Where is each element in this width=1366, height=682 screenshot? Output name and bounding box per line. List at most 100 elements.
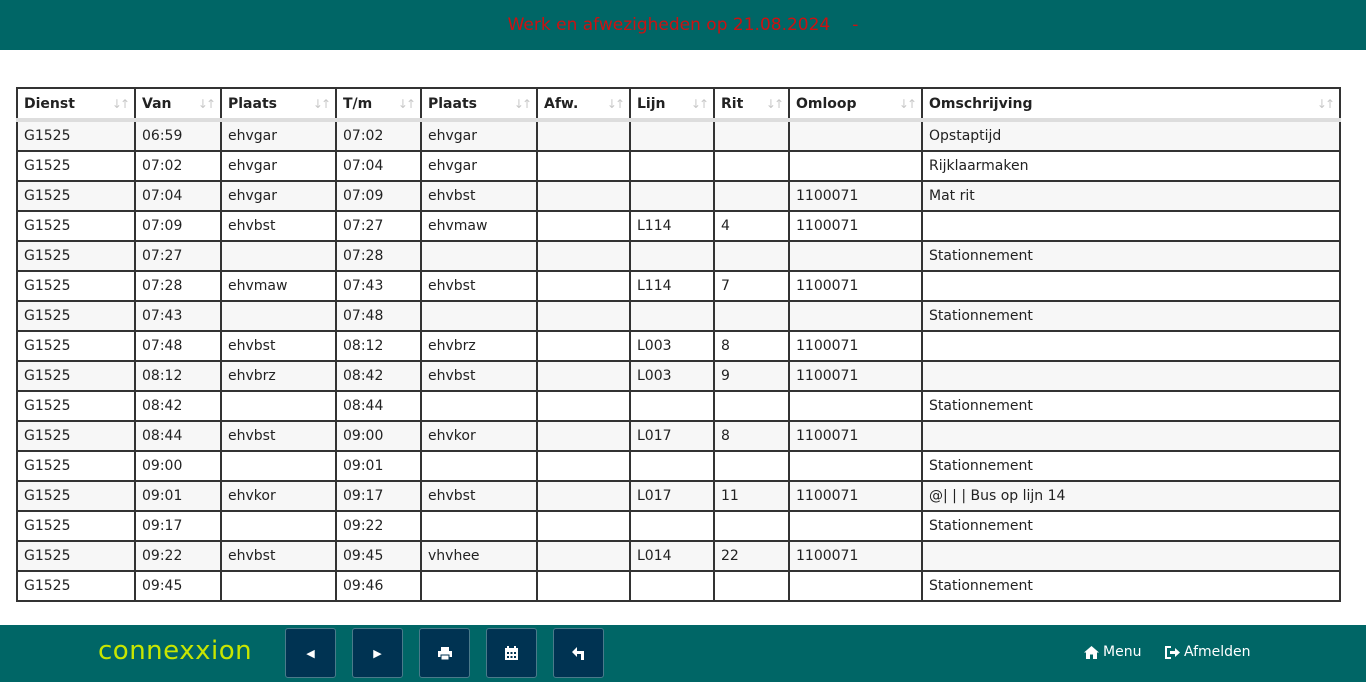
table-cell: 09:00 bbox=[335, 420, 422, 452]
sort-icon[interactable]: ↓↑ bbox=[766, 97, 784, 111]
table-cell bbox=[536, 300, 631, 332]
table-cell bbox=[921, 330, 1341, 362]
table-cell: ehvkor bbox=[220, 480, 337, 512]
table-cell: 07:48 bbox=[134, 330, 222, 362]
table-cell: Opstaptijd bbox=[921, 119, 1341, 152]
table-cell: 09:45 bbox=[335, 540, 422, 572]
table-cell bbox=[536, 119, 631, 152]
table-row[interactable]: G1525 07:02 ehvgar 07:04 ehvgar Rijklaarmaken bbox=[16, 150, 1341, 182]
table-cell: 1100071 bbox=[788, 480, 923, 512]
column-header[interactable]: T/m ↓↑ bbox=[335, 87, 422, 122]
table-cell: G1525 bbox=[16, 240, 136, 272]
sort-icon[interactable]: ↓↑ bbox=[198, 97, 216, 111]
column-header[interactable]: Van ↓↑ bbox=[134, 87, 222, 122]
table-row[interactable]: G1525 07:04 ehvgar 07:09 ehvbst 1100071 Mat ri… bbox=[16, 180, 1341, 212]
connexxion-logo: connexxion bbox=[98, 636, 253, 666]
table-cell: 1100071 bbox=[788, 330, 923, 362]
table-cell bbox=[536, 480, 631, 512]
table-cell bbox=[536, 390, 631, 422]
table-cell bbox=[420, 510, 538, 542]
sort-icon[interactable]: ↓↑ bbox=[398, 97, 416, 111]
sort-icon[interactable]: ↓↑ bbox=[313, 97, 331, 111]
table-row[interactable]: G1525 09:17 09:22 Stationnement bbox=[16, 510, 1341, 542]
table-cell bbox=[713, 300, 790, 332]
column-header[interactable]: Omschrijving ↓↑ bbox=[921, 87, 1341, 122]
table-cell: 09:46 bbox=[335, 570, 422, 602]
schedule-table-container: Dienst ↓↑ Van ↓↑ Plaats ↓↑ T/m ↓↑ Plaats ↓↑ Afw. ↓↑… bbox=[16, 87, 1341, 602]
table-row[interactable]: G1525 08:44 ehvbst 09:00 ehvkor L017 8 1100071 bbox=[16, 420, 1341, 452]
print-button[interactable] bbox=[419, 628, 470, 678]
table-cell bbox=[629, 570, 715, 602]
table-cell bbox=[629, 510, 715, 542]
calendar-button[interactable] bbox=[486, 628, 537, 678]
table-row[interactable]: G1525 07:48 ehvbst 08:12 ehvbrz L003 8 1100071 bbox=[16, 330, 1341, 362]
top-bar: Werk en afwezigheden op 21.08.2024 - bbox=[0, 0, 1366, 50]
table-row[interactable]: G1525 08:42 08:44 Stationnement bbox=[16, 390, 1341, 422]
table-cell: 07:27 bbox=[134, 240, 222, 272]
table-cell: 07:28 bbox=[335, 240, 422, 272]
column-header[interactable]: Plaats ↓↑ bbox=[420, 87, 538, 122]
sort-icon[interactable]: ↓↑ bbox=[1317, 97, 1335, 111]
table-cell: 1100071 bbox=[788, 180, 923, 212]
column-header[interactable]: Lijn ↓↑ bbox=[629, 87, 715, 122]
table-cell bbox=[220, 450, 337, 482]
table-cell: 22 bbox=[713, 540, 790, 572]
table-row[interactable]: G1525 07:43 07:48 Stationnement bbox=[16, 300, 1341, 332]
column-header[interactable]: Afw. ↓↑ bbox=[536, 87, 631, 122]
table-row[interactable]: G1525 09:00 09:01 Stationnement bbox=[16, 450, 1341, 482]
table-cell bbox=[536, 360, 631, 392]
table-row[interactable]: G1525 07:09 ehvbst 07:27 ehvmaw L114 4 1100071 bbox=[16, 210, 1341, 242]
table-cell: Mat rit bbox=[921, 180, 1341, 212]
table-cell: 07:43 bbox=[335, 270, 422, 302]
table-cell: 1100071 bbox=[788, 360, 923, 392]
table-cell: ehvgar bbox=[220, 180, 337, 212]
sort-icon[interactable]: ↓↑ bbox=[514, 97, 532, 111]
table-row[interactable]: G1525 09:22 ehvbst 09:45 vhvhee L014 22 1100071 bbox=[16, 540, 1341, 572]
table-cell: ehvbst bbox=[220, 330, 337, 362]
table-row[interactable]: G1525 09:01 ehvkor 09:17 ehvbst L017 11 1100071… bbox=[16, 480, 1341, 512]
table-row[interactable]: G1525 07:28 ehvmaw 07:43 ehvbst L114 7 1100071 bbox=[16, 270, 1341, 302]
table-cell: Stationnement bbox=[921, 390, 1341, 422]
column-header[interactable]: Rit ↓↑ bbox=[713, 87, 790, 122]
column-header[interactable]: Dienst ↓↑ bbox=[16, 87, 136, 122]
column-header-label: Lijn bbox=[637, 95, 666, 112]
sort-icon[interactable]: ↓↑ bbox=[607, 97, 625, 111]
table-row[interactable]: G1525 09:45 09:46 Stationnement bbox=[16, 570, 1341, 602]
table-cell: 8 bbox=[713, 420, 790, 452]
table-cell: G1525 bbox=[16, 210, 136, 242]
table-cell: 08:12 bbox=[335, 330, 422, 362]
table-cell bbox=[629, 390, 715, 422]
reply-icon bbox=[571, 646, 584, 660]
calendar-icon bbox=[505, 646, 518, 660]
logout-link[interactable]: Afmelden bbox=[1165, 644, 1251, 660]
back-button[interactable] bbox=[553, 628, 604, 678]
table-cell: G1525 bbox=[16, 420, 136, 452]
sort-icon[interactable]: ↓↑ bbox=[899, 97, 917, 111]
table-row[interactable]: G1525 06:59 ehvgar 07:02 ehvgar Opstaptijd bbox=[16, 119, 1341, 152]
table-cell bbox=[713, 390, 790, 422]
table-cell bbox=[220, 510, 337, 542]
sort-icon[interactable]: ↓↑ bbox=[691, 97, 709, 111]
table-cell: 8 bbox=[713, 330, 790, 362]
next-button[interactable]: ▶ bbox=[352, 628, 403, 678]
table-cell bbox=[788, 150, 923, 182]
table-cell bbox=[713, 119, 790, 152]
column-header-label: Plaats bbox=[228, 95, 277, 112]
prev-button[interactable]: ◀ bbox=[285, 628, 336, 678]
menu-link[interactable]: Menu bbox=[1084, 644, 1141, 660]
column-header-label: Plaats bbox=[428, 95, 477, 112]
column-header-label: Omschrijving bbox=[929, 95, 1033, 112]
table-cell: L017 bbox=[629, 480, 715, 512]
table-row[interactable]: G1525 07:27 07:28 Stationnement bbox=[16, 240, 1341, 272]
table-cell: G1525 bbox=[16, 270, 136, 302]
sort-icon[interactable]: ↓↑ bbox=[112, 97, 130, 111]
table-cell: 4 bbox=[713, 210, 790, 242]
table-cell bbox=[536, 330, 631, 362]
home-icon bbox=[1084, 645, 1099, 659]
table-cell: ehvbrz bbox=[420, 330, 538, 362]
table-cell bbox=[220, 240, 337, 272]
table-row[interactable]: G1525 08:12 ehvbrz 08:42 ehvbst L003 9 1100071 bbox=[16, 360, 1341, 392]
column-header[interactable]: Omloop ↓↑ bbox=[788, 87, 923, 122]
table-cell bbox=[921, 210, 1341, 242]
column-header[interactable]: Plaats ↓↑ bbox=[220, 87, 337, 122]
